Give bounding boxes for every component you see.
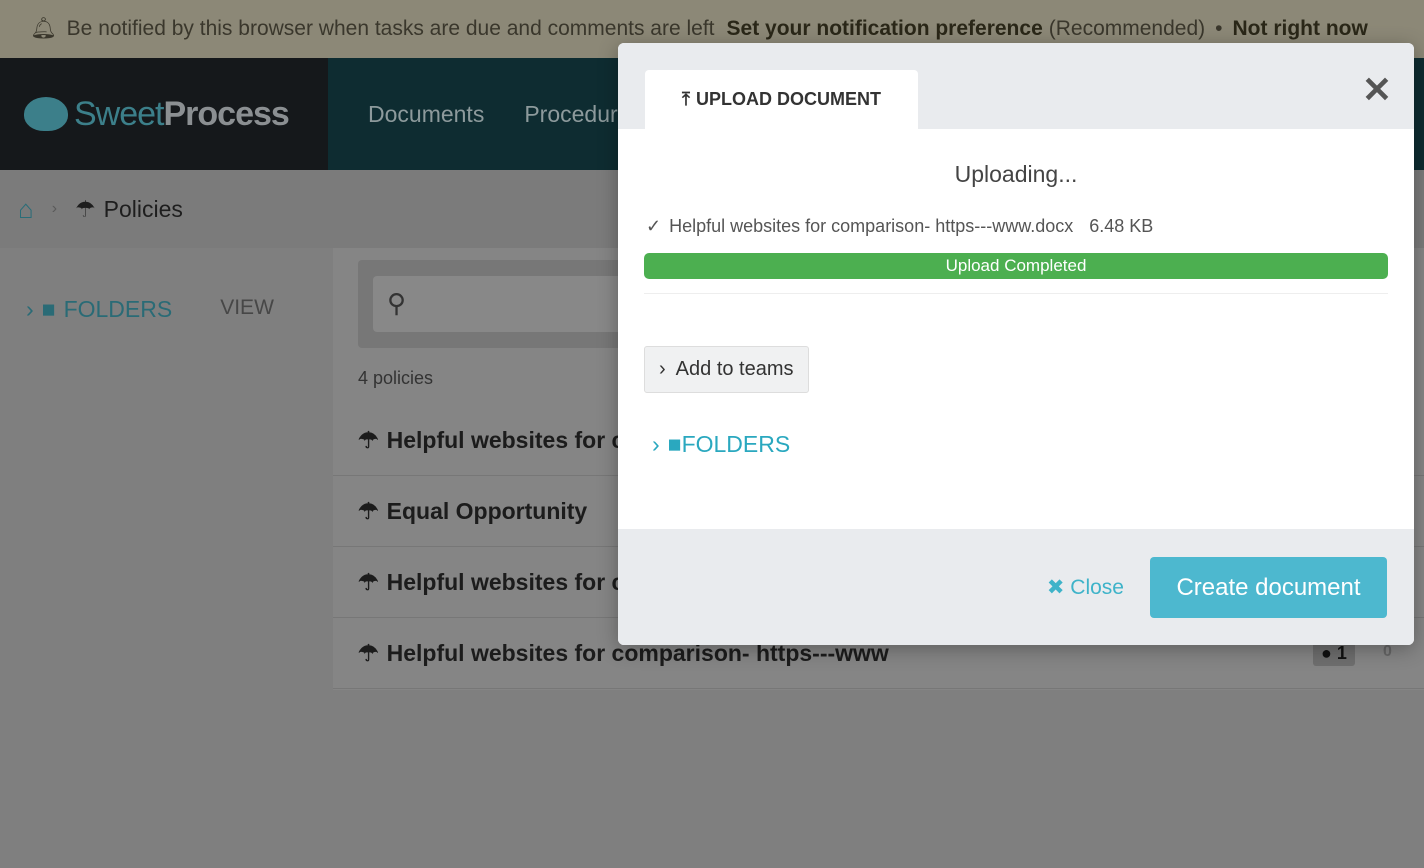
home-icon[interactable]: ⌂ [18,194,34,225]
progress-fill: Upload Completed [644,253,1388,279]
search-icon: ⚲ [387,288,407,318]
folder-icon: ■ [41,296,56,322]
check-icon: ✓ [646,216,662,236]
sidebar-view[interactable]: VIEW [220,296,274,320]
chevron-right-icon[interactable]: › [26,296,34,323]
notification-text: Be notified by this browser when tasks a… [66,17,715,40]
folders-label: FOLDERS [681,431,791,457]
upload-progress-bar: Upload Completed [644,253,1388,279]
nav-documents[interactable]: Documents [368,101,484,128]
umbrella-icon: ☂ [358,569,379,595]
uploaded-file: ✓ Helpful websites for comparison- https-… [646,216,1414,237]
chevron-right-icon: › [652,431,660,457]
modal-header: ⤒ UPLOAD DOCUMENT ✕ [618,43,1414,129]
separator: • [1215,17,1223,40]
chevron-right-icon: › [659,358,666,380]
divider [644,293,1388,294]
upload-status: Uploading... [954,161,1078,187]
logo-text-bold: Process [163,94,290,133]
add-to-teams-button[interactable]: › Add to teams [644,346,809,393]
bell-icon: 🔔︎ [30,17,57,40]
breadcrumb-current: Policies [103,195,183,222]
close-label: Close [1070,576,1124,599]
item-title: Equal Opportunity [386,498,588,524]
file-size: 6.48 KB [1089,216,1154,236]
sidebar: › ■ FOLDERS VIEW [0,248,333,690]
recommended-note: (Recommended) [1048,17,1206,40]
not-right-now-link[interactable]: Not right now [1233,17,1368,41]
umbrella-icon: ☂ [75,195,96,222]
tab-label: UPLOAD DOCUMENT [695,89,881,109]
close-icon[interactable]: ✕ [1362,69,1392,111]
logo-text: Sweet [74,94,164,133]
cup-icon [24,97,68,131]
sidebar-folders[interactable]: FOLDERS [64,296,173,323]
close-button[interactable]: ✖ Close [1047,575,1124,600]
tab-upload-document[interactable]: ⤒ UPLOAD DOCUMENT [645,70,918,129]
add-teams-label: Add to teams [675,358,794,380]
create-document-button[interactable]: Create document [1150,557,1387,618]
folder-icon: ■ [667,431,682,457]
modal-footer: ✖ Close Create document [618,529,1414,645]
umbrella-icon: ☂ [358,640,379,666]
close-icon: ✖ [1046,576,1071,599]
logo[interactable]: Sweet Process [0,58,328,170]
notification-preference-link[interactable]: Set your notification preference [727,17,1043,41]
umbrella-icon: ☂ [358,498,379,524]
upload-icon: ⤒ [682,89,690,109]
upload-document-modal: ⤒ UPLOAD DOCUMENT ✕ Uploading... ✓ Helpful… [618,43,1414,645]
folders-toggle[interactable]: › ■FOLDERS [652,431,1414,458]
file-name: Helpful websites for comparison- https--… [669,216,1074,236]
umbrella-icon: ☂ [358,427,379,453]
team-count: 0 [1383,643,1392,660]
policy-count: 4 policies [358,368,434,388]
chevron-right-icon: › [51,200,58,217]
